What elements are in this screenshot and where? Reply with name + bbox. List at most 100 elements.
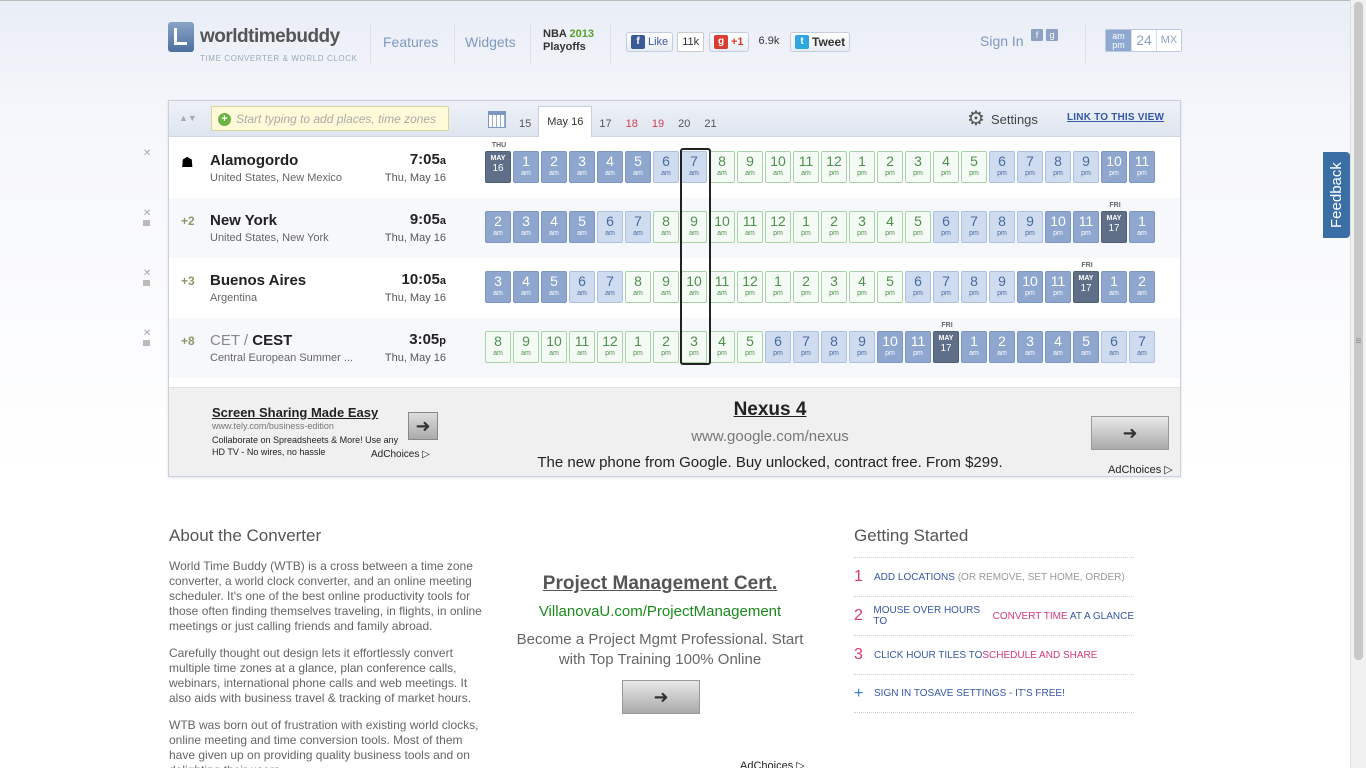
remove-location-icon[interactable]: ✕ bbox=[143, 268, 151, 279]
hour-tile[interactable]: 7 pm bbox=[793, 331, 819, 363]
hour-tile[interactable]: 1 am bbox=[1129, 211, 1155, 243]
hour-tile[interactable]: 10 pm bbox=[877, 331, 903, 363]
hour-tile[interactable]: 11 pm bbox=[905, 331, 931, 363]
hour-tile[interactable]: 10 am bbox=[709, 211, 735, 243]
date-tab[interactable]: 15 bbox=[512, 111, 538, 137]
hour-tile[interactable]: 3 am bbox=[1017, 331, 1043, 363]
hour-tile[interactable]: 1 am bbox=[513, 151, 539, 183]
hour-tile[interactable]: 7 am bbox=[681, 151, 707, 183]
hour-tile[interactable]: 8 am bbox=[709, 151, 735, 183]
hour-tile[interactable]: 10 pm bbox=[1101, 151, 1127, 183]
hour-tile[interactable]: 6 pm bbox=[765, 331, 791, 363]
hour-tile[interactable]: 6 am bbox=[597, 211, 623, 243]
format-24[interactable]: 24 bbox=[1131, 30, 1156, 51]
hour-tile[interactable]: 11 am bbox=[709, 271, 735, 303]
sort-arrows-icon[interactable]: ▲▼ bbox=[179, 113, 197, 123]
hour-tile[interactable]: 9 am bbox=[513, 331, 539, 363]
hour-tile[interactable]: 1 pm bbox=[625, 331, 651, 363]
facebook-like[interactable]: f Like 11k bbox=[626, 32, 705, 52]
hour-tile[interactable]: 8 am bbox=[653, 211, 679, 243]
hour-tile[interactable]: 8 am bbox=[625, 271, 651, 303]
remove-location-icon[interactable]: ✕ bbox=[143, 148, 151, 159]
nav-features[interactable]: Features bbox=[383, 34, 438, 50]
settings-button[interactable]: ⚙ Settings bbox=[967, 109, 1038, 129]
hour-tile[interactable]: 10 am bbox=[681, 271, 707, 303]
hour-tile[interactable]: 4 am bbox=[597, 151, 623, 183]
hour-tile[interactable]: 11 am bbox=[569, 331, 595, 363]
ad-pm-url[interactable]: VillanovaU.com/ProjectManagement bbox=[510, 603, 810, 620]
feedback-tab[interactable]: Feedback bbox=[1323, 152, 1350, 238]
hour-tile[interactable]: 9 am bbox=[737, 151, 763, 183]
hour-tile[interactable]: 11 am bbox=[793, 151, 819, 183]
getting-started-step[interactable]: + SIGN IN TO SAVE SETTINGS - IT'S FREE! bbox=[854, 674, 1134, 713]
hour-tile[interactable]: 5 pm bbox=[737, 331, 763, 363]
location-row[interactable]: ✕ +8 CET / CEST Central European Summer ...… bbox=[143, 318, 1180, 378]
vertical-scrollbar[interactable]: ≡ bbox=[1350, 0, 1366, 768]
hour-tile[interactable]: 2 am bbox=[541, 151, 567, 183]
hour-tile[interactable]: 4 am bbox=[541, 211, 567, 243]
hour-tile[interactable]: 7 am bbox=[597, 271, 623, 303]
hour-tile[interactable]: 1 pm bbox=[765, 271, 791, 303]
sign-in-link[interactable]: Sign In bbox=[980, 33, 1024, 49]
hour-tile[interactable]: 3 pm bbox=[849, 211, 875, 243]
nba-playoffs-link[interactable]: NBA 2013 Playoffs bbox=[543, 28, 594, 54]
hour-tile[interactable]: 11 pm bbox=[1045, 271, 1071, 303]
hour-tile[interactable]: 2 pm bbox=[793, 271, 819, 303]
hour-tile[interactable]: 9 am bbox=[681, 211, 707, 243]
date-tile[interactable]: FRI MAY 17 bbox=[1073, 262, 1099, 303]
ad-big-title[interactable]: Nexus 4 bbox=[169, 399, 1366, 421]
hour-tile[interactable]: 12 pm bbox=[765, 211, 791, 243]
hour-tile[interactable]: 2 am bbox=[1129, 271, 1155, 303]
hour-tile[interactable]: 7 pm bbox=[961, 211, 987, 243]
hour-tile[interactable]: 4 am bbox=[1045, 331, 1071, 363]
hour-tile[interactable]: 4 pm bbox=[877, 211, 903, 243]
getting-started-step[interactable]: 2 MOUSE OVER HOURS TO CONVERT TIME AT A G… bbox=[854, 596, 1134, 635]
hour-tile[interactable]: 1 am bbox=[961, 331, 987, 363]
hour-tile[interactable]: 1 pm bbox=[849, 151, 875, 183]
format-ampm[interactable]: am pm bbox=[1106, 30, 1131, 51]
location-row[interactable]: ✕ +3 Buenos Aires Argentina 10:05a Thu, May 1… bbox=[143, 258, 1180, 318]
set-home-icon[interactable] bbox=[143, 220, 150, 226]
hour-tile[interactable]: 4 pm bbox=[849, 271, 875, 303]
hour-tile[interactable]: 12 pm bbox=[737, 271, 763, 303]
date-tab[interactable]: 20 bbox=[671, 111, 697, 137]
ad-big-arrow-button[interactable]: ➜ bbox=[1091, 416, 1169, 450]
hour-tile[interactable]: 3 am bbox=[513, 211, 539, 243]
hour-tile[interactable]: 10 am bbox=[541, 331, 567, 363]
hour-tile[interactable]: 9 pm bbox=[989, 271, 1015, 303]
hour-tile[interactable]: 8 pm bbox=[821, 331, 847, 363]
hour-tile[interactable]: 6 pm bbox=[989, 151, 1015, 183]
search-input[interactable] bbox=[236, 110, 444, 128]
hour-tile[interactable]: 12 pm bbox=[597, 331, 623, 363]
hour-tile[interactable]: 11 pm bbox=[1073, 211, 1099, 243]
hour-tile[interactable]: 12 pm bbox=[821, 151, 847, 183]
hour-tile[interactable]: 7 pm bbox=[1017, 151, 1043, 183]
facebook-like-button[interactable]: f Like bbox=[626, 32, 674, 52]
hour-tile[interactable]: 3 am bbox=[569, 151, 595, 183]
tweet-button[interactable]: t Tweet bbox=[790, 32, 851, 52]
hour-tile[interactable]: 3 am bbox=[485, 271, 511, 303]
set-home-icon[interactable] bbox=[143, 340, 150, 346]
hour-tile[interactable]: 5 am bbox=[541, 271, 567, 303]
date-tile[interactable]: THU MAY 16 bbox=[485, 142, 511, 183]
ad-big-url[interactable]: www.google.com/nexus bbox=[169, 428, 1366, 445]
getting-started-step[interactable]: 1 ADD LOCATIONS (OR REMOVE, SET HOME, ORD… bbox=[854, 557, 1134, 596]
hour-tile[interactable]: 5 am bbox=[569, 211, 595, 243]
adchoices-link[interactable]: AdChoices ▷ bbox=[740, 759, 805, 768]
hour-tile[interactable]: 7 am bbox=[625, 211, 651, 243]
hour-tile[interactable]: 2 am bbox=[989, 331, 1015, 363]
remove-location-icon[interactable]: ✕ bbox=[143, 208, 151, 219]
date-tab[interactable]: 18 bbox=[619, 111, 645, 137]
ad-pm-title[interactable]: Project Management Cert. bbox=[520, 573, 800, 595]
hour-tile[interactable]: 1 am bbox=[1101, 271, 1127, 303]
location-row[interactable]: ✕ +2 New York United States, New York 9:05a T… bbox=[143, 198, 1180, 258]
hour-tile[interactable]: 2 am bbox=[485, 211, 511, 243]
hour-tile[interactable]: 9 am bbox=[653, 271, 679, 303]
hour-tile[interactable]: 4 pm bbox=[709, 331, 735, 363]
hour-tile[interactable]: 5 pm bbox=[961, 151, 987, 183]
set-home-icon[interactable] bbox=[143, 280, 150, 286]
scrollbar-thumb[interactable] bbox=[1354, 2, 1363, 660]
hour-tile[interactable]: 6 pm bbox=[933, 211, 959, 243]
hour-tile[interactable]: 7 am bbox=[1129, 331, 1155, 363]
remove-location-icon[interactable]: ✕ bbox=[143, 328, 151, 339]
